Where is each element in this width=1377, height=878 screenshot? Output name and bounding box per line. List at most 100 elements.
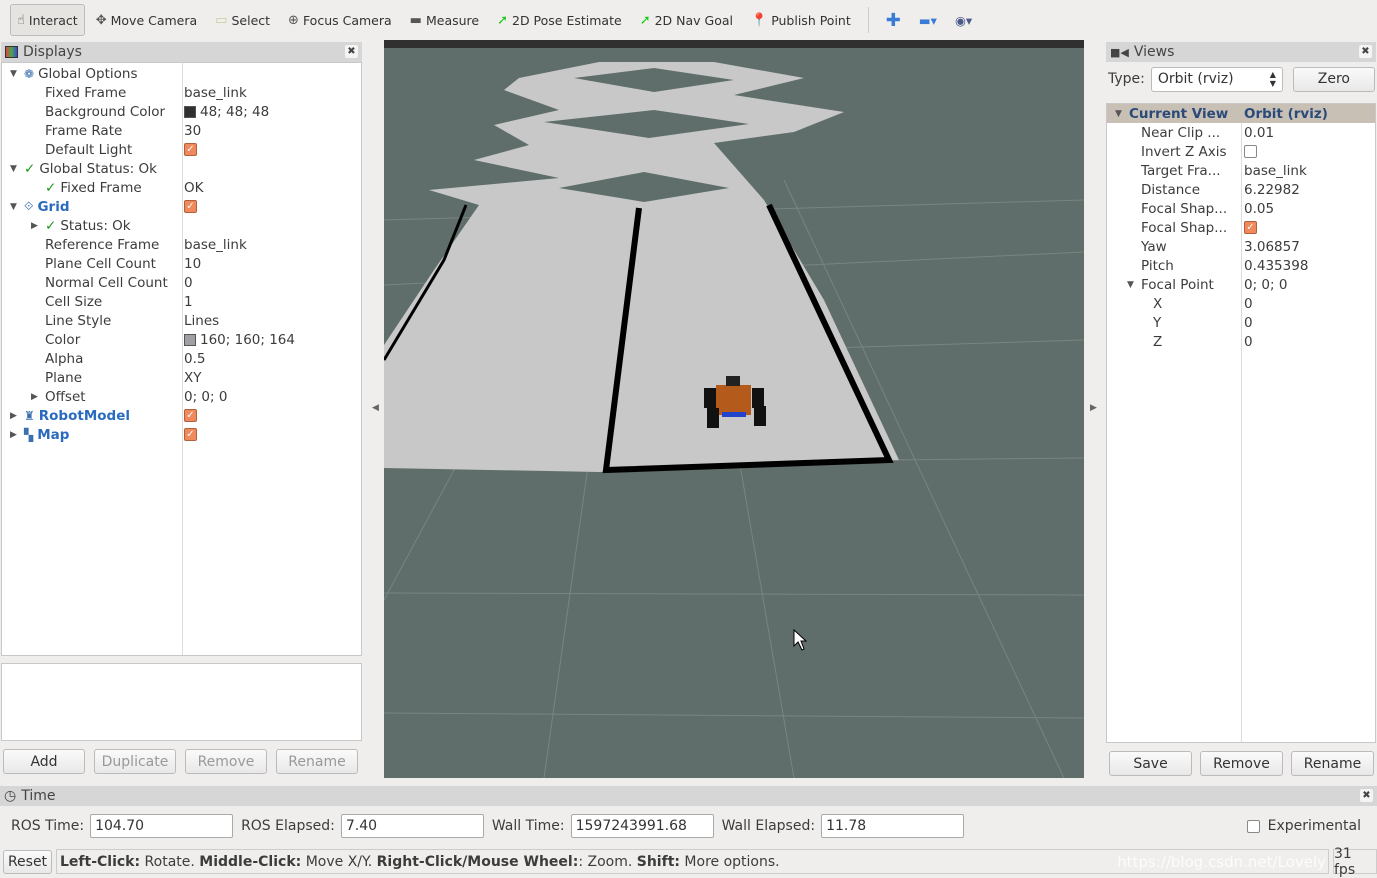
tool-2d-nav-goal[interactable]: ➚ 2D Nav Goal: [633, 4, 740, 36]
displays-tree: ▼ ❁ Global Options Fixed Frame base_link Back…: [1, 62, 362, 656]
tool-focus-camera[interactable]: ⊕ Focus Camera: [281, 4, 399, 36]
tree-row[interactable]: ▼ ⟐ Grid ✓: [2, 197, 361, 216]
tree-row[interactable]: Default Light ✓: [2, 140, 361, 159]
tree-row[interactable]: Alpha 0.5: [2, 349, 361, 368]
duplicate-display-button[interactable]: Duplicate: [94, 749, 176, 774]
tree-row[interactable]: ▶ ♜ RobotModel ✓: [2, 406, 361, 425]
tree-row[interactable]: ▼ ❁ Global Options: [2, 64, 361, 83]
ros-elapsed-label: ROS Elapsed:: [241, 818, 335, 834]
tree-row[interactable]: ▼ Focal Point 0; 0; 0: [1107, 275, 1375, 294]
tree-row[interactable]: ▶ Offset 0; 0; 0: [2, 387, 361, 406]
tree-row[interactable]: Frame Rate 30: [2, 121, 361, 140]
remove-tool-button[interactable]: ▬▾: [912, 4, 944, 36]
checkbox[interactable]: [1244, 145, 1257, 158]
tree-row[interactable]: Plane XY: [2, 368, 361, 387]
collapse-right-icon[interactable]: ▶: [1090, 403, 1097, 413]
tree-row[interactable]: Y0: [1107, 313, 1375, 332]
tree-row[interactable]: Target Fra... base_link: [1107, 161, 1375, 180]
tree-row[interactable]: ▼ ✓ Global Status: Ok: [2, 159, 361, 178]
tree-row[interactable]: Fixed Frame base_link: [2, 83, 361, 102]
close-icon[interactable]: ✖: [1359, 45, 1372, 58]
wall-elapsed-field[interactable]: [821, 814, 965, 838]
zero-button[interactable]: Zero: [1292, 66, 1375, 92]
check-mark-icon: ✓: [24, 160, 36, 177]
time-title: Time: [21, 788, 56, 804]
type-label: Type:: [1108, 71, 1145, 87]
checkbox-checked[interactable]: ✓: [1244, 221, 1257, 234]
wall-time-field[interactable]: [570, 814, 714, 838]
tool-2d-pose-estimate[interactable]: ➚ 2D Pose Estimate: [490, 4, 629, 36]
tree-row[interactable]: Yaw 3.06857: [1107, 237, 1375, 256]
tool-measure[interactable]: ▬ Measure: [403, 4, 486, 36]
expand-arrow-icon[interactable]: ▼: [10, 202, 20, 212]
tree-row[interactable]: Focal Shap... ✓: [1107, 218, 1375, 237]
tree-row[interactable]: Reference Frame base_link: [2, 235, 361, 254]
remove-view-button[interactable]: Remove: [1200, 751, 1283, 776]
clock-icon: ◷: [4, 788, 17, 804]
map-pin-icon: 📍: [751, 12, 768, 28]
tree-row[interactable]: ▶ ✓ Status: Ok: [2, 216, 361, 235]
expand-arrow-icon[interactable]: ▶: [31, 392, 41, 402]
tree-row[interactable]: Line Style Lines: [2, 311, 361, 330]
reset-button[interactable]: Reset: [3, 849, 52, 874]
displays-title: Displays: [23, 44, 82, 60]
experimental-checkbox[interactable]: [1246, 819, 1260, 833]
expand-arrow-icon[interactable]: ▶: [31, 221, 41, 231]
ros-time-field[interactable]: [90, 814, 234, 838]
tree-row[interactable]: Focal Shap... 0.05: [1107, 199, 1375, 218]
3d-viewport[interactable]: [384, 40, 1084, 778]
color-swatch[interactable]: [184, 105, 196, 118]
view-type-select[interactable]: Orbit (rviz) ▲ ▼: [1150, 66, 1283, 92]
expand-arrow-icon[interactable]: ▶: [10, 411, 20, 421]
save-view-button[interactable]: Save: [1109, 751, 1192, 776]
displays-title-bar: Displays ✖: [1, 42, 362, 62]
expand-arrow-icon[interactable]: ▶: [10, 430, 20, 440]
status-bar: Reset Left-Click: Rotate. Middle-Click: …: [0, 846, 1377, 878]
time-panel: ◷ Time ✖ ROS Time: ROS Elapsed: Wall Tim…: [0, 786, 1377, 846]
add-tool-button[interactable]: ✚: [879, 4, 908, 36]
tree-row[interactable]: Invert Z Axis: [1107, 142, 1375, 161]
close-icon[interactable]: ✖: [1360, 789, 1373, 802]
green-arrow-icon: ➚: [497, 12, 508, 28]
checkbox-checked[interactable]: ✓: [184, 409, 197, 422]
current-view-row[interactable]: ▼ Current View Orbit (rviz): [1107, 104, 1375, 123]
checkbox-checked[interactable]: ✓: [184, 200, 197, 213]
rename-display-button[interactable]: Rename: [276, 749, 358, 774]
mouse-cursor-icon: [793, 628, 808, 651]
tool-publish-point[interactable]: 📍 Publish Point: [744, 4, 858, 36]
tree-row[interactable]: Plane Cell Count 10: [2, 254, 361, 273]
color-swatch[interactable]: [184, 333, 196, 346]
status-text: Left-Click: Rotate. Middle-Click: Move X…: [56, 849, 1329, 874]
expand-arrow-icon[interactable]: ▼: [10, 69, 20, 79]
tree-row[interactable]: Near Clip ... 0.01: [1107, 123, 1375, 142]
expand-arrow-icon[interactable]: ▼: [1127, 280, 1137, 290]
rename-view-button[interactable]: Rename: [1291, 751, 1374, 776]
tree-row[interactable]: Pitch 0.435398: [1107, 256, 1375, 275]
collapse-left-icon[interactable]: ◀: [372, 403, 379, 413]
ros-elapsed-field[interactable]: [340, 814, 484, 838]
tree-row[interactable]: Color 160; 160; 164: [2, 330, 361, 349]
tree-row[interactable]: X0: [1107, 294, 1375, 313]
tree-row[interactable]: ✓ Fixed Frame OK: [2, 178, 361, 197]
tree-row[interactable]: Background Color 48; 48; 48: [2, 102, 361, 121]
wall-elapsed-label: Wall Elapsed:: [721, 818, 816, 834]
tool-interact[interactable]: ☝ Interact: [10, 4, 85, 36]
gear-icon: ❁: [24, 66, 35, 81]
checkbox-checked[interactable]: ✓: [184, 143, 197, 156]
close-icon[interactable]: ✖: [345, 45, 358, 58]
remove-display-button[interactable]: Remove: [185, 749, 267, 774]
tree-row[interactable]: Distance 6.22982: [1107, 180, 1375, 199]
checkbox-checked[interactable]: ✓: [184, 428, 197, 441]
add-display-button[interactable]: Add: [3, 749, 85, 774]
watermark: https://blog.csdn.net/Lovely: [1117, 853, 1326, 871]
eye-icon[interactable]: ◉▾: [948, 4, 979, 36]
tree-row[interactable]: Cell Size 1: [2, 292, 361, 311]
tree-row[interactable]: ▶ ▚ Map ✓: [2, 425, 361, 444]
check-mark-icon: ✓: [45, 179, 57, 196]
tree-row[interactable]: Normal Cell Count 0: [2, 273, 361, 292]
map-icon: ▚: [24, 427, 34, 442]
tool-select[interactable]: ▭ Select: [208, 4, 277, 36]
expand-arrow-icon[interactable]: ▼: [10, 164, 20, 174]
tree-row[interactable]: Z0: [1107, 332, 1375, 351]
tool-move-camera[interactable]: ✥ Move Camera: [89, 4, 204, 36]
